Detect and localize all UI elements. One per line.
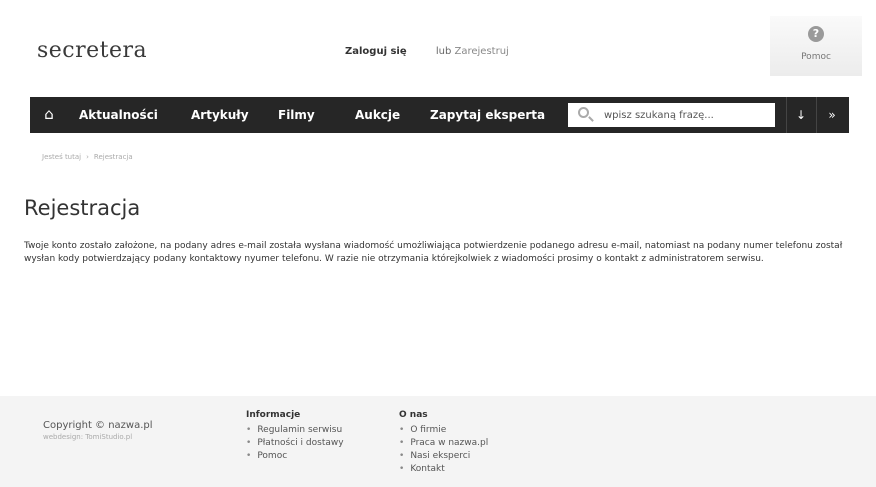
help-icon: ?	[808, 26, 824, 42]
auth-links: Zaloguj się lub Zarejestruj	[345, 46, 509, 57]
nav-item-aktualnosci[interactable]: Aktualności	[79, 97, 158, 133]
breadcrumb-current-location[interactable]: Jesteś tutaj	[42, 153, 81, 161]
nav-divider	[816, 97, 817, 133]
breadcrumb-page: Rejestracja	[93, 153, 133, 161]
search-input[interactable]	[604, 106, 764, 124]
breadcrumb-separator: ›	[86, 153, 89, 161]
registration-message: Twoje konto zostało założone, na podany …	[24, 241, 843, 264]
webdesign-credit[interactable]: webdesign: TomiStudio.pl	[43, 433, 132, 441]
footer-link-regulamin[interactable]: Regulamin serwisu	[257, 425, 342, 435]
footer-link-praca[interactable]: Praca w nazwa.pl	[410, 438, 488, 448]
home-icon[interactable]: ⌂	[42, 105, 56, 123]
arrow-down-icon[interactable]: ↓	[787, 97, 815, 133]
main-navbar: ⌂ Aktualności Artykuły Filmy Aukcje Zapy…	[30, 97, 849, 133]
search-icon[interactable]	[578, 107, 589, 118]
footer-link-kontakt[interactable]: Kontakt	[410, 464, 444, 474]
site-logo[interactable]: secretera	[37, 38, 147, 63]
footer: Copyright © nazwa.pl webdesign: TomiStud…	[0, 396, 876, 487]
help-label: Pomoc	[801, 52, 831, 62]
breadcrumb: Jesteś tutaj › Rejestracja	[42, 153, 133, 161]
nav-item-artykuly[interactable]: Artykuły	[191, 97, 249, 133]
double-chevron-icon[interactable]: »	[818, 97, 846, 133]
register-link[interactable]: Zarejestruj	[455, 46, 509, 57]
search-box	[568, 103, 775, 127]
footer-link-o-firmie[interactable]: O firmie	[410, 425, 446, 435]
nav-item-filmy[interactable]: Filmy	[278, 97, 315, 133]
nav-item-zapytaj-eksperta[interactable]: Zapytaj eksperta	[430, 97, 545, 133]
or-label: lub	[435, 46, 452, 57]
footer-column-informacje: Informacje Regulamin serwisu Płatności i…	[246, 410, 344, 463]
footer-column-o-nas: O nas O firmie Praca w nazwa.pl Nasi eks…	[399, 410, 488, 476]
login-link[interactable]: Zaloguj się	[345, 46, 407, 57]
footer-heading: Informacje	[246, 410, 301, 420]
help-button[interactable]: ? Pomoc	[770, 16, 862, 76]
footer-link-eksperci[interactable]: Nasi eksperci	[410, 451, 470, 461]
footer-link-pomoc[interactable]: Pomoc	[257, 451, 287, 461]
page-title: Rejestracja	[24, 196, 141, 220]
footer-link-platnosci[interactable]: Płatności i dostawy	[257, 438, 343, 448]
footer-heading: O nas	[399, 410, 428, 420]
copyright-text: Copyright © nazwa.pl	[43, 420, 153, 431]
nav-item-aukcje[interactable]: Aukcje	[355, 97, 400, 133]
